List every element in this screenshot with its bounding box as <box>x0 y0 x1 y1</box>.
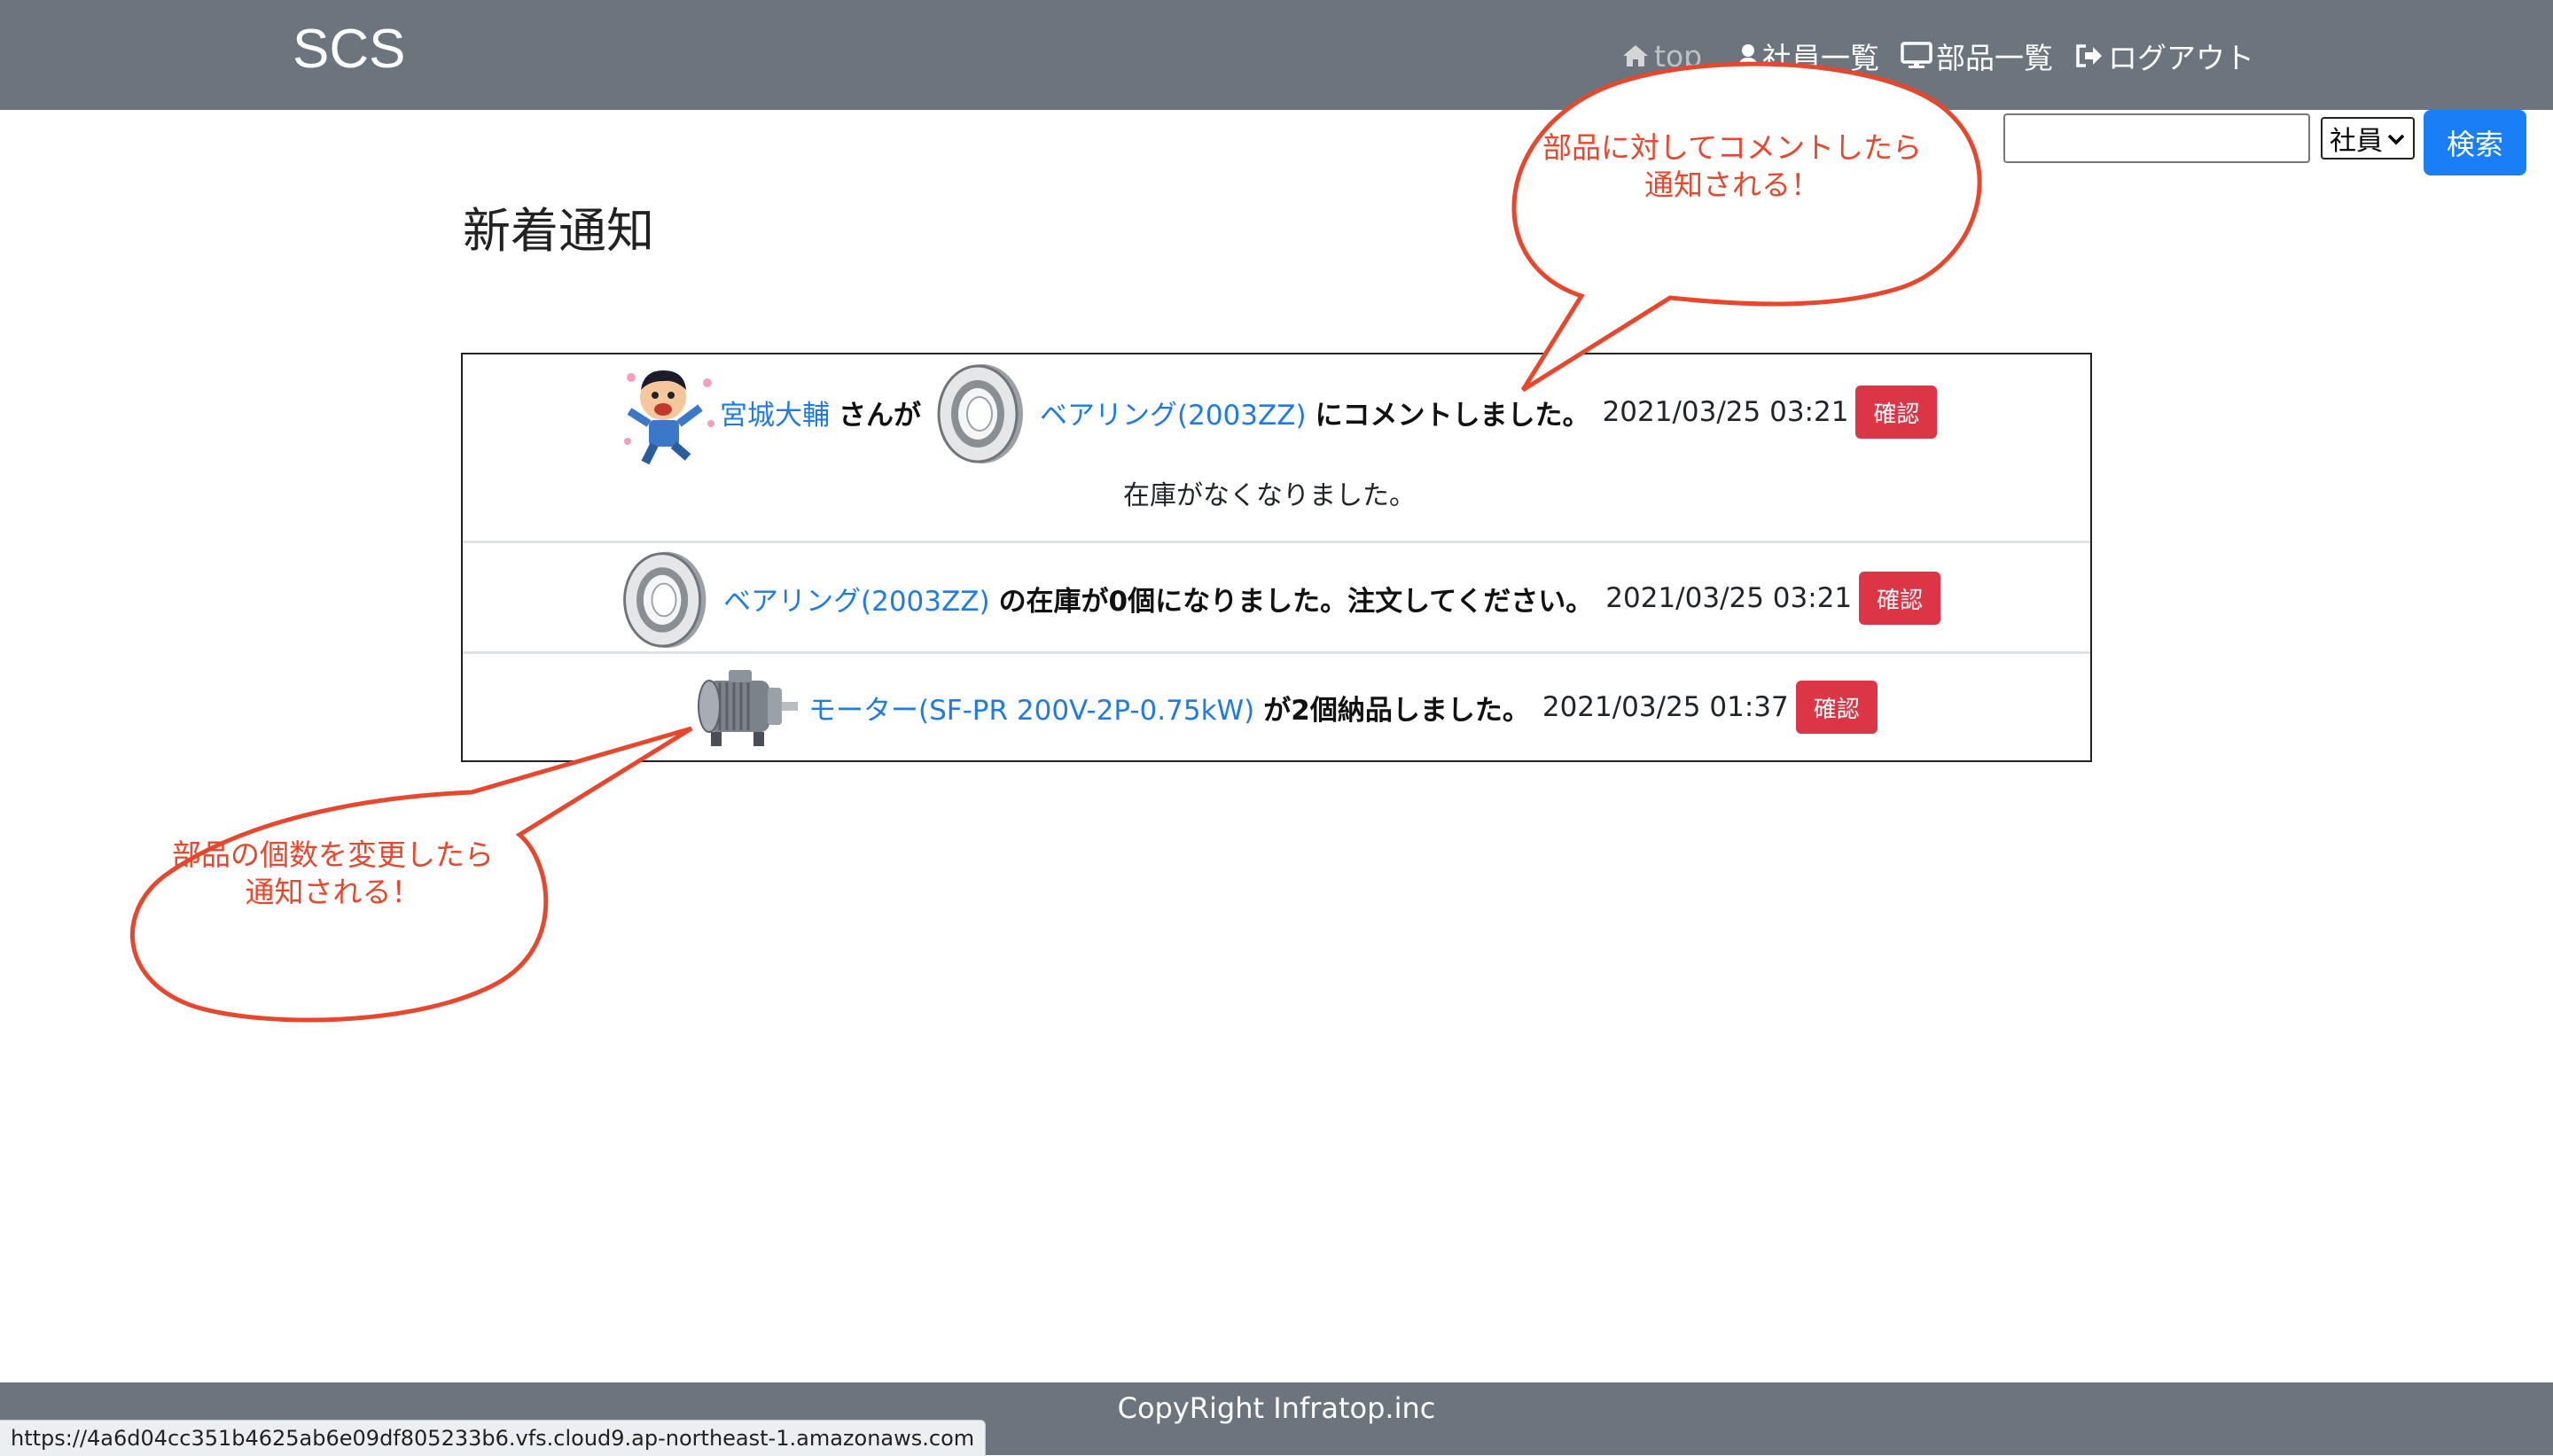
callout-bubbles <box>129 61 1982 1023</box>
comment-callout-bubble <box>1511 61 1982 393</box>
status-bar-url: https://4a6d04cc351b4625ab6e09df805233b6… <box>0 1420 987 1456</box>
comment-callout-text: 部品に対してコメントしたら 通知される！ <box>1542 130 1923 202</box>
quantity-callout-text: 部品の個数を変更したら 通知される！ <box>172 837 494 909</box>
